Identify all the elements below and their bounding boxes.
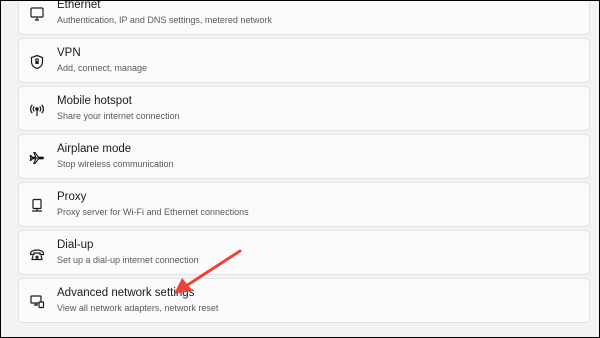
settings-item-subtitle: Stop wireless communication — [57, 159, 174, 169]
settings-item-title: Advanced network settings — [57, 287, 195, 299]
settings-item-title: Proxy — [57, 191, 87, 203]
settings-item-subtitle: Set up a dial-up internet connection — [57, 255, 199, 265]
settings-item-ethernet[interactable]: Ethernet Authentication, IP and DNS sett… — [18, 0, 590, 35]
settings-item-airplane-mode[interactable]: Airplane mode Stop wireless communicatio… — [18, 134, 590, 179]
settings-item-subtitle: Authentication, IP and DNS settings, met… — [57, 15, 272, 25]
settings-item-subtitle: Share your internet connection — [57, 111, 180, 121]
settings-item-subtitle: Proxy server for Wi-Fi and Ethernet conn… — [57, 207, 249, 217]
settings-item-title: Mobile hotspot — [57, 95, 132, 107]
settings-item-dial-up[interactable]: Dial-up Set up a dial-up internet connec… — [18, 230, 590, 275]
network-settings-list: Ethernet Authentication, IP and DNS sett… — [18, 0, 590, 326]
settings-item-mobile-hotspot[interactable]: Mobile hotspot Share your internet conne… — [18, 86, 590, 131]
dialup-icon — [28, 245, 46, 263]
settings-item-title: Airplane mode — [57, 143, 132, 155]
settings-item-title: Dial-up — [57, 239, 94, 251]
settings-item-proxy[interactable]: Proxy Proxy server for Wi-Fi and Etherne… — [18, 182, 590, 227]
settings-item-subtitle: Add, connect, manage — [57, 63, 148, 73]
proxy-icon — [28, 197, 46, 215]
advanced-network-icon — [28, 293, 46, 311]
shield-icon — [28, 53, 46, 71]
settings-item-title: Ethernet — [57, 0, 101, 11]
monitor-icon — [28, 5, 46, 23]
settings-item-title: VPN — [57, 47, 81, 59]
settings-item-subtitle: View all network adapters, network reset — [57, 303, 219, 313]
hotspot-icon — [28, 101, 46, 119]
settings-item-advanced-network-settings[interactable]: Advanced network settings View all netwo… — [18, 278, 590, 323]
settings-item-vpn[interactable]: VPN Add, connect, manage — [18, 38, 590, 83]
airplane-icon — [28, 149, 46, 167]
